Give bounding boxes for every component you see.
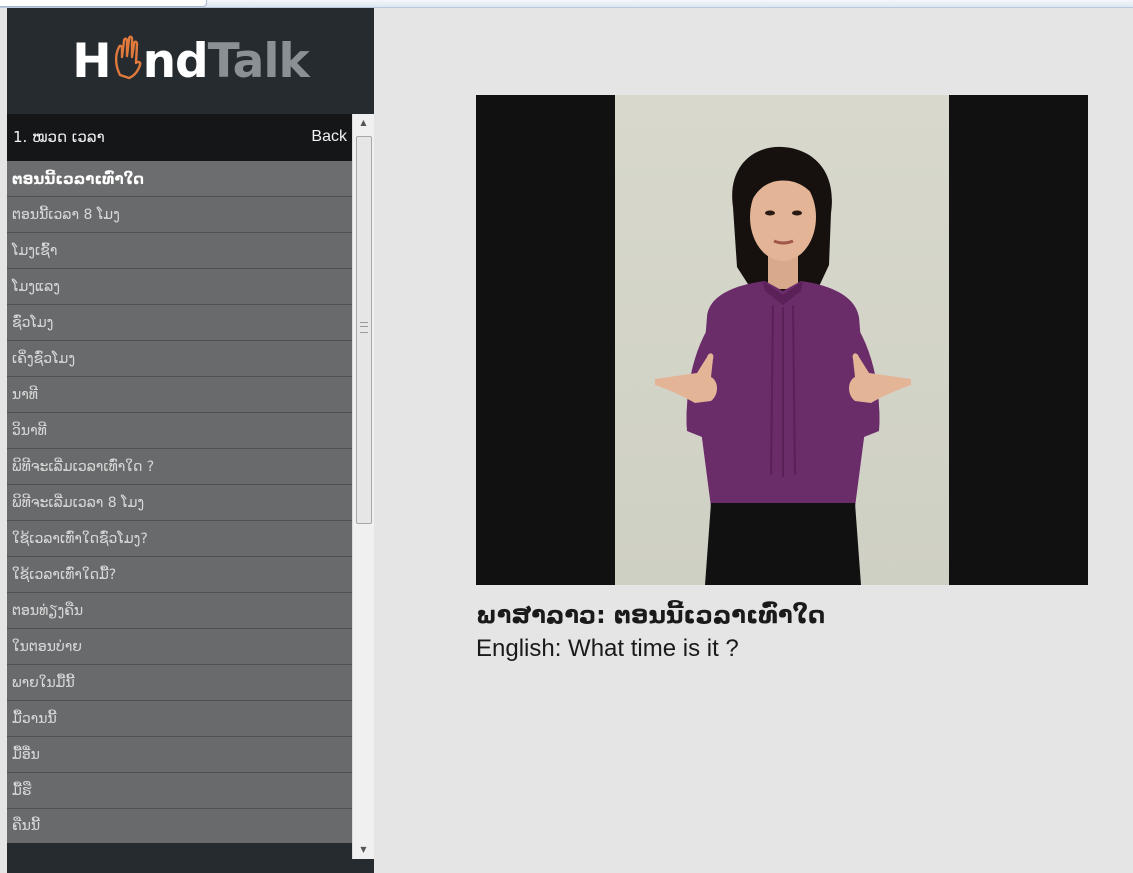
category-header: 1. ໝວດ ເວລາ Back — [7, 114, 352, 161]
triangle-up-icon[interactable]: ▲ — [353, 114, 374, 132]
list-item[interactable]: ໃຊ້ເວລາເທົ່າໃດຊົ່ວໂມງ? — [7, 521, 352, 557]
list-item[interactable]: ມື້ຮື — [7, 773, 352, 809]
video-frame — [615, 95, 949, 585]
logo-text-nd: nd — [142, 34, 209, 89]
lao-caption: ພາສາລາວ: ຕອນນີ້ເວລາເທົ່າໃດ — [476, 601, 826, 629]
sidebar-footer — [7, 859, 374, 873]
list-item[interactable]: ນາທີ — [7, 377, 352, 413]
browser-top-strip — [0, 0, 1133, 8]
sidebar: H ndTalk 1. ໝວດ ເວລາ Back ຕອນນີ້ເວລາເທົ່… — [7, 8, 374, 873]
list-item[interactable]: ຊົ່ວໂມງ — [7, 305, 352, 341]
signer-figure — [655, 146, 911, 585]
list-item[interactable]: ຕອນນີ້ເວລາ 8 ໂມງ — [7, 197, 352, 233]
browser-tab-edge — [0, 0, 207, 7]
list-item[interactable]: ພິທີຈະເລີ່ມເວລາເທົ່າໃດ ? — [7, 449, 352, 485]
list-item[interactable]: ໃຊ້ເວລາເທົ່າໃດມື້? — [7, 557, 352, 593]
list-item[interactable]: ຕອນທ່ຽງຄືນ — [7, 593, 352, 629]
list-item[interactable]: ພິທີຈະເລີ່ມເວລາ 8 ໂມງ — [7, 485, 352, 521]
scrollbar-grip-icon — [360, 322, 368, 333]
list-scrollbar[interactable]: ▲ ▼ — [352, 114, 374, 859]
list-item[interactable]: ໂມງແລງ — [7, 269, 352, 305]
handtalk-logo[interactable]: H ndTalk — [7, 32, 374, 92]
list-item[interactable]: ຄືນນີ້ — [7, 809, 352, 843]
list-item[interactable]: ມື້ອື່ນ — [7, 737, 352, 773]
english-caption: English: What time is it ? — [476, 635, 739, 662]
list-item[interactable]: ພາຍໃນມື້ນີ້ — [7, 665, 352, 701]
list-item[interactable]: ມື້ວານນີ້ — [7, 701, 352, 737]
scrollbar-thumb[interactable] — [356, 136, 372, 524]
hand-sign-icon — [111, 35, 143, 81]
category-title: 1. ໝວດ ເວລາ — [13, 128, 105, 146]
list-item[interactable]: ຕອນນີ້ເວລາເທົ່າໃດ — [7, 161, 352, 197]
logo-text-h: H — [72, 34, 111, 89]
logo-area: H ndTalk — [7, 8, 374, 112]
phrase-list: ຕອນນີ້ເວລາເທົ່າໃດ ຕອນນີ້ເວລາ 8 ໂມງ ໂມງເຊ… — [7, 161, 352, 843]
logo-text-talk: Talk — [207, 34, 310, 89]
list-item[interactable]: ໂມງເຊົ້າ — [7, 233, 352, 269]
phrase-caption: ພາສາລາວ: ຕອນນີ້ເວລາເທົ່າໃດ English: What… — [476, 598, 1116, 666]
triangle-down-icon[interactable]: ▼ — [353, 841, 374, 859]
sign-video-player[interactable] — [476, 95, 1088, 585]
list-item[interactable]: ໃນຕອນບ່າຍ — [7, 629, 352, 665]
list-item[interactable]: ເຄິ່ງຊົ່ວໂມງ — [7, 341, 352, 377]
list-item[interactable]: ວິນາທີ — [7, 413, 352, 449]
back-button[interactable]: Back — [311, 128, 347, 146]
